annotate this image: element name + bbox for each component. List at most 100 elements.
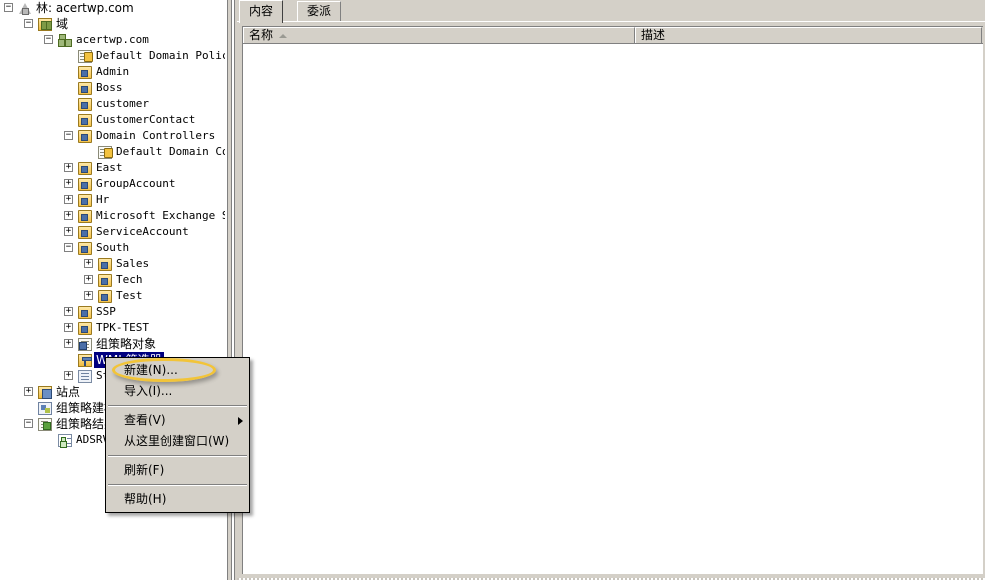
tree-item[interactable]: + Sales — [0, 256, 225, 272]
tree-item[interactable]: + Hr — [0, 192, 225, 208]
expand-icon[interactable]: + — [64, 211, 73, 220]
starter-icon — [78, 370, 92, 383]
gpo-link-icon — [98, 146, 113, 159]
column-header-label: 描述 — [641, 28, 666, 42]
sites-icon — [38, 386, 52, 399]
menu-item[interactable]: 查看(V) — [106, 410, 249, 431]
collapse-icon[interactable]: − — [64, 131, 73, 140]
menu-separator — [108, 455, 247, 457]
tree-item-label: SSP — [96, 305, 116, 318]
folder-icon — [78, 82, 92, 95]
tree-item[interactable]: Boss — [0, 80, 225, 96]
expand-icon[interactable]: + — [64, 195, 73, 204]
tree-item-label: East — [96, 161, 123, 174]
tree-item[interactable]: − Domain Controllers — [0, 128, 225, 144]
tree-item[interactable]: Default Domain Cont — [0, 144, 225, 160]
tree-item[interactable]: − 域 — [0, 16, 225, 32]
list-view[interactable]: 名称 描述 — [242, 26, 983, 574]
wmi-icon — [78, 354, 92, 367]
column-header-name[interactable]: 名称 — [243, 27, 635, 43]
expand-icon[interactable]: + — [64, 227, 73, 236]
menu-item[interactable]: 刷新(F) — [106, 460, 249, 481]
folder-icon — [78, 66, 92, 79]
result-pane: 内容 委派 名称 描述 — [237, 0, 985, 580]
tree-item[interactable]: + Microsoft Exchange Sec — [0, 208, 225, 224]
menu-separator — [108, 484, 247, 486]
tree-item-label: South — [96, 241, 130, 254]
report-icon — [58, 434, 72, 447]
expand-icon[interactable]: + — [64, 371, 73, 380]
tab-strip-underline — [237, 21, 985, 22]
expand-icon[interactable]: + — [64, 307, 73, 316]
tree-item-label: Admin — [96, 65, 130, 78]
tab-contents[interactable]: 内容 — [239, 0, 284, 23]
menu-item[interactable]: 导入(I)... — [106, 381, 249, 402]
collapse-icon[interactable]: − — [64, 243, 73, 252]
column-header-label: 名称 — [249, 28, 274, 42]
tree-item[interactable]: + Tech — [0, 272, 225, 288]
tree-item[interactable]: + Test — [0, 288, 225, 304]
tree-item[interactable]: − South — [0, 240, 225, 256]
folder-icon — [78, 210, 92, 223]
expand-icon[interactable]: + — [84, 259, 93, 268]
tree-item[interactable]: + SSP — [0, 304, 225, 320]
gpo-icon — [78, 338, 92, 351]
gpo-link-icon — [78, 50, 93, 63]
menu-item[interactable]: 帮助(H) — [106, 489, 249, 510]
expand-icon[interactable]: + — [64, 323, 73, 332]
folder-icon — [78, 242, 92, 255]
expand-icon[interactable]: + — [64, 179, 73, 188]
context-menu[interactable]: 新建(N)... 导入(I)... 查看(V) 从这里创建窗口(W) 刷新(F) 帮助(H… — [105, 357, 250, 513]
collapse-icon[interactable]: − — [24, 19, 33, 28]
tree-item-label: 站点 — [56, 385, 81, 399]
list-body[interactable] — [243, 44, 983, 574]
tree-item[interactable]: + 组策略对象 — [0, 336, 225, 352]
expand-icon[interactable]: + — [84, 275, 93, 284]
tree-item[interactable]: − 林: acertwp.com — [0, 0, 225, 16]
menu-separator — [108, 405, 247, 407]
collapse-icon[interactable]: − — [24, 419, 33, 428]
expand-icon[interactable]: + — [24, 387, 33, 396]
tree-item-label: 组策略对象 — [96, 337, 157, 351]
expand-icon[interactable]: + — [84, 291, 93, 300]
tree-item-label: TPK-TEST — [96, 321, 149, 334]
menu-item[interactable]: 从这里创建窗口(W) — [106, 431, 249, 452]
tree-item[interactable]: − acertwp.com — [0, 32, 225, 48]
tree-item[interactable]: + GroupAccount — [0, 176, 225, 192]
tree-item-label: acertwp.com — [76, 33, 149, 46]
tree-item[interactable]: Default Domain Policy — [0, 48, 225, 64]
collapse-icon[interactable]: − — [4, 3, 13, 12]
tree-item-label: ServiceAccount — [96, 225, 189, 238]
collapse-icon[interactable]: − — [44, 35, 53, 44]
folder-icon — [78, 98, 92, 111]
tree-item-label: Default Domain Policy — [96, 49, 225, 62]
tree-item-label: Sales — [116, 257, 150, 270]
menu-item[interactable]: 新建(N)... — [106, 360, 249, 381]
folder-icon — [98, 258, 112, 271]
tree-item-label: Hr — [96, 193, 110, 206]
folder-icon — [78, 306, 92, 319]
expand-icon[interactable]: + — [64, 163, 73, 172]
tree-item-label: Boss — [96, 81, 123, 94]
forest-icon — [18, 2, 32, 15]
tree-item[interactable]: + East — [0, 160, 225, 176]
tree-item[interactable]: CustomerContact — [0, 112, 225, 128]
tab-delegation[interactable]: 委派 — [297, 1, 342, 22]
folder-icon — [78, 322, 92, 335]
column-header-description[interactable]: 描述 — [635, 27, 982, 43]
tree-item[interactable]: customer — [0, 96, 225, 112]
folder-icon — [78, 226, 92, 239]
tree-item[interactable]: Admin — [0, 64, 225, 80]
folder-icon — [78, 194, 92, 207]
folder-icon — [98, 290, 112, 303]
tree-item-label: Test — [116, 289, 143, 302]
domains-icon — [38, 18, 52, 31]
folder-icon — [78, 130, 92, 143]
sort-ascending-icon — [279, 33, 288, 38]
tree-item-label: CustomerContact — [96, 113, 196, 126]
expand-icon[interactable]: + — [64, 339, 73, 348]
tree-item[interactable]: + ServiceAccount — [0, 224, 225, 240]
list-header[interactable]: 名称 描述 — [243, 27, 983, 44]
tree-item[interactable]: + TPK-TEST — [0, 320, 225, 336]
folder-icon — [78, 114, 92, 127]
